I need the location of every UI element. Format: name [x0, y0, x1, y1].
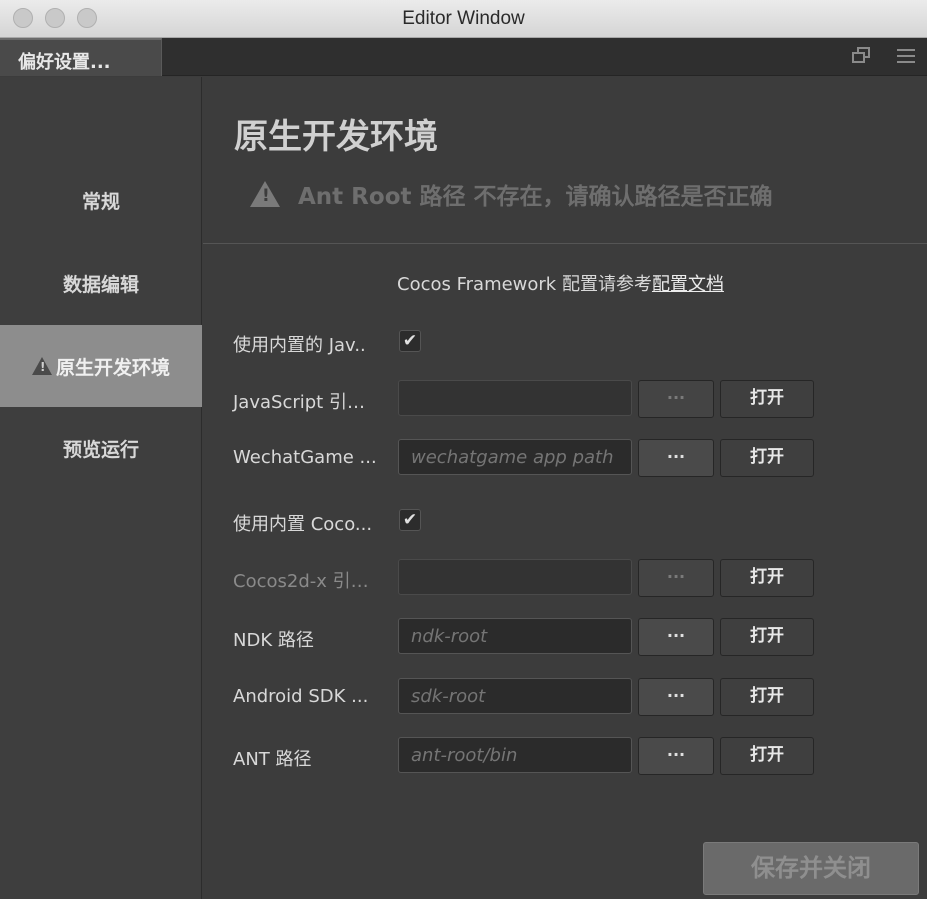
sidebar-item-data-editing[interactable]: 数据编辑 — [0, 242, 202, 324]
warning-icon — [31, 357, 52, 375]
builtin-js-engine-row: 使用内置的 Jav.. ✔ — [233, 323, 927, 363]
tab-preferences[interactable]: 偏好设置... — [0, 38, 162, 76]
android-sdk-path-row: Android SDK ... ··· 打开 — [233, 678, 927, 718]
android-sdk-open-button[interactable]: 打开 — [720, 678, 814, 716]
js-engine-browse-button[interactable]: ··· — [638, 380, 714, 418]
android-sdk-path-input[interactable] — [398, 678, 632, 714]
window-title: Editor Window — [402, 8, 525, 29]
warning-message: Ant Root 路径 不存在，请确认路径是否正确 — [250, 177, 773, 211]
wechatgame-path-row: WechatGame ... ··· 打开 — [233, 439, 927, 479]
js-engine-path-row: JavaScript 引… ··· 打开 — [233, 380, 927, 420]
ndk-browse-button[interactable]: ··· — [638, 618, 714, 656]
sidebar: 常规 数据编辑 原生开发环境 预览运行 — [0, 77, 202, 899]
sidebar-item-label: 预览运行 — [62, 438, 139, 461]
framework-note-text: Cocos Framework 配置请参考 — [397, 274, 652, 295]
row-label: WechatGame ... — [233, 447, 377, 468]
sidebar-item-label: 数据编辑 — [62, 273, 139, 296]
config-docs-link[interactable]: 配置文档 — [652, 274, 724, 295]
wechatgame-open-button[interactable]: 打开 — [720, 439, 814, 477]
row-label: NDK 路径 — [233, 630, 314, 651]
divider — [203, 243, 927, 244]
ant-open-button[interactable]: 打开 — [720, 737, 814, 775]
wechatgame-path-input[interactable] — [398, 439, 632, 475]
window-titlebar: Editor Window — [0, 0, 927, 38]
settings-panel: 原生开发环境 Ant Root 路径 不存在，请确认路径是否正确 Cocos F… — [203, 77, 927, 899]
builtin-cocos-row: 使用内置 Coco... ✔ — [233, 502, 927, 542]
android-sdk-browse-button[interactable]: ··· — [638, 678, 714, 716]
page-title: 原生开发环境 — [234, 117, 438, 157]
restore-window-icon[interactable] — [852, 47, 872, 70]
ant-browse-button[interactable]: ··· — [638, 737, 714, 775]
framework-note: Cocos Framework 配置请参考配置文档 — [397, 270, 724, 296]
hamburger-menu-icon[interactable] — [896, 47, 916, 70]
sidebar-item-general[interactable]: 常规 — [0, 159, 202, 241]
ant-path-input[interactable] — [398, 737, 632, 773]
row-label: Cocos2d-x 引… — [233, 571, 369, 592]
row-label: ANT 路径 — [233, 749, 312, 770]
checkmark-icon: ✔ — [402, 510, 418, 530]
builtin-js-engine-checkbox[interactable]: ✔ — [399, 330, 421, 352]
cocos2dx-path-row: Cocos2d-x 引… ··· 打开 — [233, 559, 927, 599]
save-and-close-button[interactable]: 保存并关闭 — [703, 842, 919, 895]
tab-bar: 偏好设置... — [0, 38, 927, 76]
ndk-open-button[interactable]: 打开 — [720, 618, 814, 656]
js-engine-path-input[interactable] — [398, 380, 632, 416]
warning-text: Ant Root 路径 不存在，请确认路径是否正确 — [298, 184, 773, 210]
sidebar-item-label: 原生开发环境 — [55, 356, 170, 379]
ndk-path-input[interactable] — [398, 618, 632, 654]
row-label: 使用内置 Coco... — [233, 514, 373, 535]
wechatgame-browse-button[interactable]: ··· — [638, 439, 714, 477]
ant-path-row: ANT 路径 ··· 打开 — [233, 737, 927, 777]
row-label: Android SDK ... — [233, 686, 369, 707]
warning-icon — [250, 181, 280, 207]
cocos2dx-open-button[interactable]: 打开 — [720, 559, 814, 597]
sidebar-item-label: 常规 — [81, 190, 120, 213]
sidebar-item-native-env[interactable]: 原生开发环境 — [0, 325, 202, 407]
row-label: JavaScript 引… — [233, 392, 365, 413]
js-engine-open-button[interactable]: 打开 — [720, 380, 814, 418]
checkmark-icon: ✔ — [402, 331, 418, 351]
sidebar-item-preview[interactable]: 预览运行 — [0, 407, 202, 489]
ndk-path-row: NDK 路径 ··· 打开 — [233, 618, 927, 658]
builtin-cocos-checkbox[interactable]: ✔ — [399, 509, 421, 531]
cocos2dx-path-input[interactable] — [398, 559, 632, 595]
cocos2dx-browse-button[interactable]: ··· — [638, 559, 714, 597]
row-label: 使用内置的 Jav.. — [233, 335, 366, 356]
